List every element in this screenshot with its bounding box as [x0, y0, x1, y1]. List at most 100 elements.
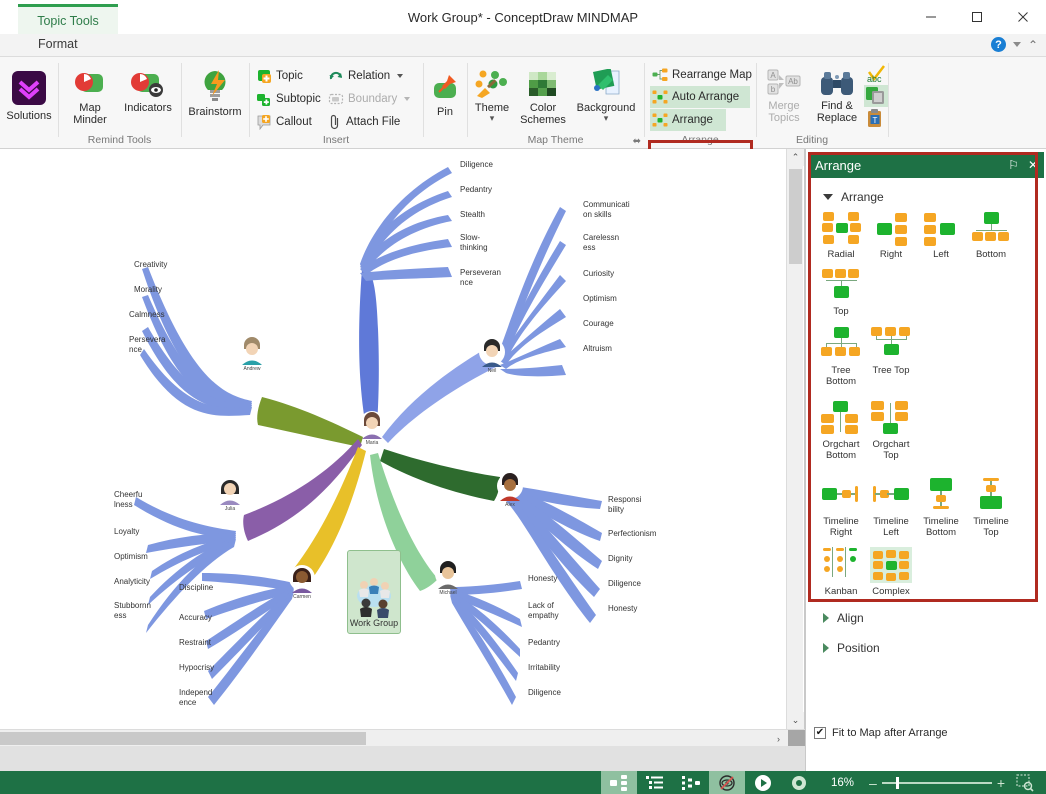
arrange-option-timeline-bottom[interactable]: Timeline Bottom — [916, 477, 966, 538]
leaf-carmen-0[interactable]: Discipline — [179, 583, 213, 593]
leaf-maria-0[interactable]: Diligence — [460, 160, 493, 170]
hide-branch-button[interactable] — [708, 771, 745, 794]
zoom-slider[interactable] — [881, 776, 992, 789]
subtopic-button[interactable]: Subtopic — [254, 88, 323, 109]
theme-caret-icon[interactable]: ▾ — [490, 113, 495, 124]
arrange-option-orgchart-top[interactable]: Orgchart Top — [866, 400, 916, 461]
pin-panel-icon[interactable]: ⚐ — [1008, 158, 1019, 172]
arrange-option-orgchart-bottom[interactable]: Orgchart Bottom — [816, 400, 866, 461]
presentation-play-button[interactable] — [745, 771, 781, 794]
leaf-carmen-1[interactable]: Accuracy — [179, 613, 212, 623]
leaf-neil-1[interactable]: Carelessn ess — [583, 233, 619, 252]
topic-button[interactable]: Topic — [254, 65, 305, 86]
leaf-julia-3[interactable]: Analyticity — [114, 577, 150, 587]
arrange-option-timeline-left[interactable]: Timeline Left — [866, 477, 916, 538]
leaf-neil-4[interactable]: Courage — [583, 319, 614, 329]
leaf-maria-4[interactable]: Perseveran nce — [460, 268, 501, 287]
person-node-michael[interactable]: Michael — [434, 559, 462, 596]
canvas-horizontal-scrollbar[interactable]: › — [0, 729, 805, 747]
arrange-option-tree-top[interactable]: Tree Top — [866, 326, 916, 376]
arrange-option-timeline-right[interactable]: Timeline Right — [816, 477, 866, 538]
leaf-alex-1[interactable]: Perfectionism — [608, 529, 656, 539]
background-button[interactable]: Background ▾ — [570, 65, 642, 124]
view-tree-button[interactable] — [673, 771, 709, 794]
leaf-alex-4[interactable]: Honesty — [608, 604, 637, 614]
background-caret-icon[interactable]: ▾ — [604, 113, 609, 124]
scroll-right-button[interactable]: › — [770, 730, 787, 747]
leaf-maria-1[interactable]: Pedantry — [460, 185, 492, 195]
leaf-neil-3[interactable]: Optimism — [583, 294, 617, 304]
arrange-option-bottom[interactable]: Bottom — [966, 210, 1016, 260]
leaf-michael-0[interactable]: Honesty — [528, 574, 557, 584]
theme-button[interactable]: Theme ▾ — [468, 65, 516, 124]
section-header-align[interactable]: Align — [823, 611, 864, 625]
leaf-julia-2[interactable]: Optimism — [114, 552, 148, 562]
horizontal-scroll-thumb[interactable] — [0, 732, 366, 745]
leaf-maria-2[interactable]: Stealth — [460, 210, 485, 220]
arrange-option-top[interactable]: Top — [816, 267, 866, 317]
person-node-andrew[interactable]: Andrew — [238, 335, 266, 372]
arrange-button[interactable]: Arrange — [650, 109, 715, 130]
attach-file-button[interactable]: Attach File — [326, 111, 402, 132]
scroll-up-button[interactable]: ⌃ — [787, 149, 804, 166]
map-theme-dialog-launcher[interactable]: ⬌ — [633, 136, 641, 147]
leaf-alex-3[interactable]: Diligence — [608, 579, 641, 589]
map-canvas[interactable]: Work Group Maria Neil Andrew Alex Julia … — [0, 149, 805, 729]
leaf-neil-5[interactable]: Altruism — [583, 344, 612, 354]
section-header-position[interactable]: Position — [823, 641, 880, 655]
leaf-julia-4[interactable]: Stubbornn ess — [114, 601, 151, 620]
leaf-carmen-3[interactable]: Hypocrisy — [179, 663, 214, 673]
leaf-andrew-0[interactable]: Creativity — [134, 260, 167, 270]
leaf-julia-0[interactable]: Cheerfu lness — [114, 490, 142, 509]
paste-button[interactable]: T — [865, 108, 885, 133]
solutions-button[interactable]: Solutions — [0, 65, 58, 122]
arrange-option-timeline-top[interactable]: Timeline Top — [966, 477, 1016, 538]
leaf-michael-2[interactable]: Pedantry — [528, 638, 560, 648]
arrange-option-left[interactable]: Left — [916, 210, 966, 260]
person-node-alex[interactable]: Alex — [496, 471, 524, 508]
leaf-alex-2[interactable]: Dignity — [608, 554, 632, 564]
arrange-option-kanban[interactable]: Kanban — [816, 547, 866, 597]
auto-arrange-button[interactable]: Auto Arrange — [650, 86, 750, 107]
close-panel-icon[interactable]: ✕ — [1028, 158, 1038, 172]
leaf-maria-3[interactable]: Slow- thinking — [460, 233, 488, 252]
person-node-maria[interactable]: Maria — [358, 409, 386, 446]
fit-to-window-button[interactable] — [1010, 773, 1040, 792]
zoom-out-button[interactable]: – — [864, 775, 882, 791]
leaf-neil-0[interactable]: Communicati on skills — [583, 200, 630, 219]
arrange-option-tree-bottom[interactable]: Tree Bottom — [816, 326, 866, 387]
leaf-andrew-1[interactable]: Morality — [134, 285, 162, 295]
vertical-scroll-thumb[interactable] — [789, 169, 802, 264]
relation-caret-icon[interactable] — [397, 73, 404, 78]
zoom-in-button[interactable]: + — [992, 775, 1010, 791]
leaf-alex-0[interactable]: Responsi bility — [608, 495, 641, 514]
callout-button[interactable]: Callout — [254, 111, 314, 132]
canvas-vertical-scrollbar[interactable]: ⌃ ⌄ — [786, 149, 804, 729]
zoom-slider-handle[interactable] — [895, 776, 899, 789]
brainstorm-button[interactable]: Brainstorm — [182, 65, 248, 118]
view-mindmap-button[interactable] — [600, 771, 637, 794]
leaf-michael-4[interactable]: Diligence — [528, 688, 561, 698]
map-minder-button[interactable]: Map Minder — [61, 65, 119, 126]
arrange-option-complex[interactable]: Complex — [866, 547, 916, 597]
settings-button[interactable] — [781, 771, 817, 794]
color-schemes-button[interactable]: Color Schemes — [516, 65, 570, 126]
leaf-carmen-2[interactable]: Restraint — [179, 638, 211, 648]
leaf-andrew-2[interactable]: Calmness — [129, 310, 165, 320]
fit-to-map-checkbox-row[interactable]: ✔ Fit to Map after Arrange — [814, 727, 948, 739]
scroll-down-button[interactable]: ⌄ — [787, 712, 804, 729]
find-replace-button[interactable]: Find & Replace — [809, 65, 865, 124]
leaf-julia-1[interactable]: Loyalty — [114, 527, 139, 537]
maximize-button[interactable] — [954, 0, 1000, 34]
central-topic-work-group[interactable]: Work Group — [347, 550, 401, 634]
arrange-option-right[interactable]: Right — [866, 210, 916, 260]
leaf-neil-2[interactable]: Curiosity — [583, 269, 614, 279]
close-button[interactable] — [1000, 0, 1046, 34]
fit-to-map-checkbox[interactable]: ✔ — [814, 727, 826, 739]
leaf-michael-3[interactable]: Irritability — [528, 663, 560, 673]
person-node-carmen[interactable]: Carmen — [288, 563, 316, 600]
leaf-andrew-3[interactable]: Persevera nce — [129, 335, 165, 354]
person-node-julia[interactable]: Julia — [216, 475, 244, 512]
tab-format[interactable]: Format — [38, 37, 78, 51]
indicators-button[interactable]: Indicators — [117, 65, 179, 114]
